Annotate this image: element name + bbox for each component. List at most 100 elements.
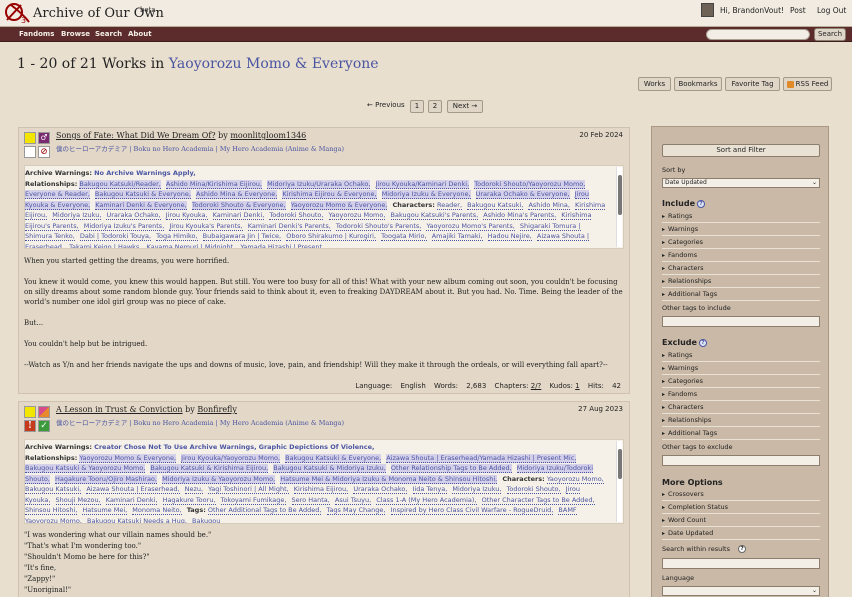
character-tag[interactable]: Shinsou Hitoshi, [25, 506, 78, 515]
character-tag[interactable]: Oboro Shirakumo | Kurogiri, [286, 232, 377, 241]
character-tag[interactable]: Tokoyami Fumikage, [220, 495, 287, 505]
filter-toggle-word-count[interactable]: Word Count [662, 514, 820, 527]
relationship-tag[interactable]: Uraraka Ochako & Everyone, [475, 190, 570, 199]
character-tag[interactable]: Kayama Nemuri | Midnight, [146, 242, 236, 248]
relationship-tag[interactable]: Bakugou Katsuki/Reader, [79, 179, 161, 189]
filter-toggle-completion-status[interactable]: Completion Status [662, 501, 820, 514]
relationship-tag[interactable]: Bakugou Katsuki & Everyone, [285, 453, 382, 463]
work-title-link[interactable]: Songs of Fate: What Did We Dream Of? [56, 131, 216, 140]
sort-and-filter-button[interactable]: Sort and Filter [662, 144, 820, 157]
relationship-tag[interactable]: Bakugou Katsuki & Midoriya Izuku, [273, 464, 386, 473]
relationship-tag[interactable]: Aizawa Shouta | Eraserhead/Yamada Hizash… [386, 453, 577, 463]
character-tag[interactable]: Bakugou Katsuki's Parents, [390, 211, 479, 220]
relationship-tag[interactable]: Midoriya Izuku & Yaoyorozu Momo, [162, 474, 276, 484]
help-icon[interactable]: ? [738, 545, 747, 553]
character-tag[interactable]: Hatsume Mei, [82, 506, 128, 515]
freeform-tag[interactable]: Bakugou Katsuki Needs a Hug, [87, 516, 187, 523]
freeform-tag[interactable]: Other Additional Tags to Be Added, [207, 506, 322, 515]
relationship-tag[interactable]: Kaminari Denki & Everyone, [95, 200, 187, 210]
other-tags-exclude-input[interactable] [662, 455, 820, 466]
character-tag[interactable]: Hadou Nejire, [487, 232, 532, 241]
filter-toggle-crossovers[interactable]: Crossovers [662, 488, 820, 501]
filter-toggle-ratings[interactable]: Ratings [662, 349, 820, 362]
post-link[interactable]: Post [790, 6, 806, 15]
character-tag[interactable]: Sero Hanta, [291, 495, 330, 505]
character-tag[interactable]: Yamada Hizashi | Present [240, 242, 322, 248]
language-select[interactable]: ⌄ [662, 586, 820, 596]
filter-toggle-fandoms[interactable]: Fandoms [662, 249, 820, 262]
character-tag[interactable]: Nezu, [184, 485, 204, 494]
character-tag[interactable]: Yaoyorozu Momo's Parents, [426, 221, 515, 231]
character-tag[interactable]: Aizawa Shouta | Eraserhead, [86, 485, 180, 494]
character-tag[interactable]: Reader, [436, 200, 463, 210]
character-tag[interactable]: Uraraka Ochako, [353, 485, 408, 494]
character-tag[interactable]: Hagakure Tooru, [162, 495, 216, 505]
filter-toggle-ratings[interactable]: Ratings [662, 210, 820, 223]
user-avatar-icon[interactable] [701, 3, 714, 17]
character-tag[interactable]: Midoriya Izuku, [52, 211, 102, 220]
character-tag[interactable]: Other Character Tags to Be Added, [481, 495, 595, 505]
tags-scrollbar[interactable] [616, 441, 622, 522]
warning-tag[interactable]: Graphic Depictions Of Violence, [259, 443, 375, 451]
character-tag[interactable]: Dabi | Todoroki Touya, [79, 232, 152, 241]
previous-page-link[interactable]: ← Previous [367, 100, 409, 113]
chapters-link[interactable]: 2/? [531, 382, 542, 390]
freeform-tag[interactable]: Bakugou [192, 516, 221, 523]
character-tag[interactable]: Midoriya Izuku, [452, 485, 502, 494]
relationship-tag[interactable]: Ashido Mina/Kirishima Eijirou, [165, 179, 262, 189]
character-tag[interactable]: Takami Keigo | Hawks, [69, 242, 142, 248]
page-1-link[interactable]: 1 [410, 100, 424, 113]
work-title-link[interactable]: A Lesson in Trust & Conviction [56, 405, 183, 414]
warning-tag[interactable]: Creator Chose Not To Use Archive Warning… [94, 443, 256, 451]
search-input[interactable] [706, 29, 810, 40]
character-tag[interactable]: Kirishima Eijirou, [293, 485, 349, 494]
nav-browse[interactable]: Browse [61, 30, 90, 38]
freeform-tag[interactable]: Tags May Change, [326, 506, 386, 515]
author-link[interactable]: moonlitgloom1346 [230, 131, 306, 140]
character-tag[interactable]: Ashido Mina's Parents, [483, 211, 557, 220]
character-tag[interactable]: Yaoyorozu Momo, [546, 474, 604, 484]
character-tag[interactable]: Todoroki Shouto, [506, 485, 561, 494]
works-button[interactable]: Works [638, 77, 671, 91]
page-2-link[interactable]: 2 [428, 100, 442, 113]
relationship-tag[interactable]: Kirishima Eijirou & Everyone, [282, 190, 377, 199]
character-tag[interactable]: Uraraka Ochako, [106, 211, 161, 220]
warning-tag[interactable]: No Archive Warnings Apply, [94, 169, 196, 177]
filter-toggle-relationships[interactable]: Relationships [662, 414, 820, 427]
character-tag[interactable]: Iida Tenya, [412, 485, 448, 494]
relationship-tag[interactable]: Hatsume Mei & Midoriya Izuku & Monoma Ne… [280, 474, 498, 484]
filter-toggle-categories[interactable]: Categories [662, 236, 820, 249]
tags-scrollbar[interactable] [616, 167, 622, 247]
help-icon[interactable]: ? [698, 338, 707, 347]
search-button[interactable]: Search [814, 28, 846, 41]
filter-toggle-characters[interactable]: Characters [662, 401, 820, 414]
character-tag[interactable]: Ashido Mina, [528, 200, 570, 210]
relationship-tag[interactable]: Todoroki Shouto & Everyone, [191, 200, 286, 210]
favorite-tag-button[interactable]: Favorite Tag [725, 77, 780, 91]
relationship-tag[interactable]: Todoroki Shouto/Yaoyorozu Momo, [474, 179, 586, 189]
character-tag[interactable]: Bakugou Katsuki, [25, 485, 82, 494]
rss-feed-button[interactable]: RSS Feed [783, 77, 832, 91]
help-icon[interactable]: ? [697, 199, 706, 208]
relationship-tag[interactable]: Hagakure Tooru/Ojiro Mashirao, [55, 474, 157, 484]
character-tag[interactable]: Bubaigawara Jin | Twice, [202, 232, 282, 241]
relationship-tag[interactable]: Midoriya Izuku & Everyone, [381, 190, 471, 199]
relationship-tag[interactable]: Jirou Kyouka/Yaoyorozu Momo, [181, 453, 281, 463]
character-tag[interactable]: Kaminari Denki's Parents, [247, 221, 331, 231]
nav-fandoms[interactable]: Fandoms [19, 30, 54, 38]
character-tag[interactable]: Yaoyorozu Momo, [328, 211, 386, 220]
filter-toggle-warnings[interactable]: Warnings [662, 362, 820, 375]
author-link[interactable]: Bonfirefly [197, 405, 237, 414]
relationship-tag[interactable]: Other Relationship Tags to Be Added, [390, 464, 512, 473]
relationship-tag[interactable]: Yaoyorozu Momo & Everyone, [79, 453, 177, 463]
character-tag[interactable]: Amajiki Tamaki, [431, 232, 483, 241]
user-greeting[interactable]: Hi, BrandonVout! [720, 6, 784, 15]
kudos-link[interactable]: 1 [575, 382, 579, 390]
character-tag[interactable]: Jirou Kyouka, [165, 211, 208, 220]
relationship-tag[interactable]: Yaoyorozu Momo & Everyone, [290, 200, 388, 210]
relationship-tag[interactable]: Bakugou Katsuki & Kirishima Eijirou, [150, 464, 269, 473]
filter-toggle-additional-tags[interactable]: Additional Tags [662, 427, 820, 440]
page-title-tag-link[interactable]: Yaoyorozu Momo & Everyone [169, 56, 379, 72]
filter-toggle-fandoms[interactable]: Fandoms [662, 388, 820, 401]
character-tag[interactable]: Todoroki Shouto, [269, 211, 324, 220]
